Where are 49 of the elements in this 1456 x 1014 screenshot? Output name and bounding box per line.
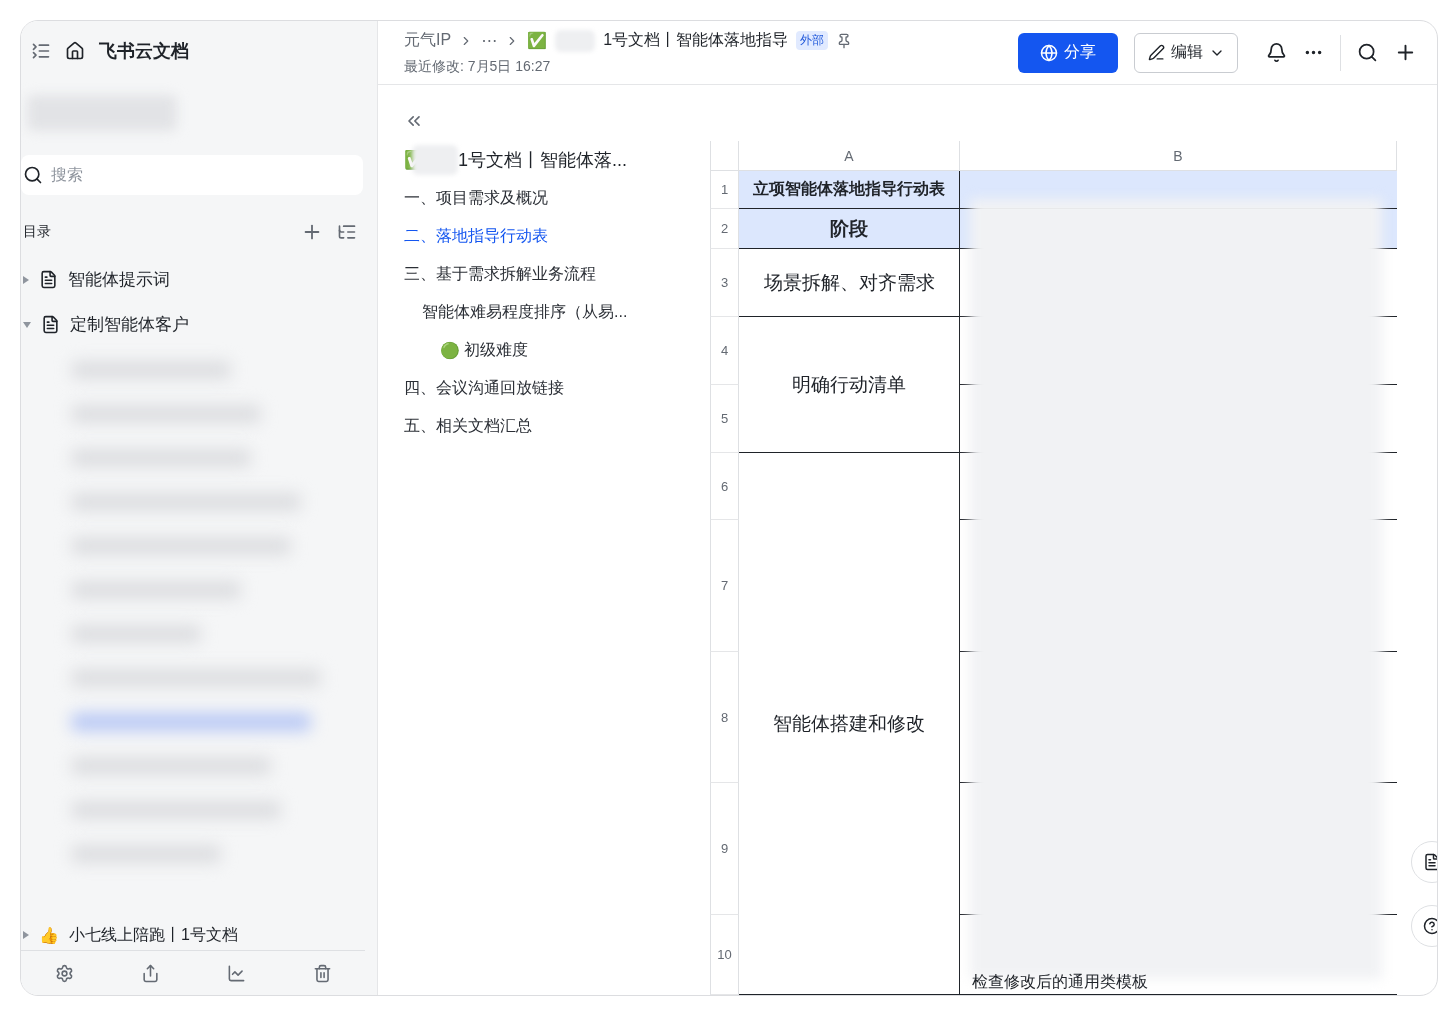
breadcrumb-item[interactable]: 元气IP <box>404 30 452 51</box>
tree-item[interactable]: 智能体提示词 <box>21 257 377 302</box>
outline-item[interactable]: 二、落地指导行动表 <box>404 217 710 255</box>
column-header[interactable]: A <box>739 141 960 171</box>
document-icon <box>41 315 60 334</box>
section-label: 目录 <box>23 223 52 241</box>
table-cell: 阶段 <box>739 209 960 249</box>
outline-item[interactable]: 智能体难易程度排序（从易... <box>404 293 710 331</box>
search-field[interactable]: 搜索 <box>21 155 363 195</box>
search-icon <box>23 165 43 185</box>
table-cell: 立项智能体落地指导行动表 <box>739 171 960 209</box>
tree-item[interactable]: 定制智能体客户 <box>21 302 377 347</box>
settings-icon[interactable] <box>54 963 74 983</box>
external-tag: 外部 <box>796 31 829 50</box>
edit-button[interactable]: 编辑 <box>1134 32 1238 73</box>
search-icon[interactable] <box>1357 42 1378 63</box>
share-icon[interactable] <box>140 963 160 983</box>
chart-icon[interactable] <box>226 963 246 983</box>
document-icon <box>39 270 58 289</box>
caret-icon[interactable] <box>23 931 29 939</box>
table-cell-text: 检查修改后的通用类模板 <box>972 972 1148 992</box>
collapse-sidebar-icon[interactable] <box>31 41 51 61</box>
caret-icon[interactable] <box>23 321 31 328</box>
table-cell: 明确行动清单 <box>739 317 960 453</box>
breadcrumb-item[interactable]: ⋯ <box>481 31 498 50</box>
row-number[interactable]: 7 <box>710 520 739 652</box>
column-header[interactable]: B <box>960 141 1397 171</box>
list-icon[interactable] <box>337 222 357 242</box>
outline-item[interactable]: 五、相关文档汇总 <box>404 407 710 445</box>
home-icon[interactable] <box>65 41 85 61</box>
app-title: 飞书云文档 <box>99 40 189 63</box>
outline-item[interactable]: 四、会议沟通回放链接 <box>404 369 710 407</box>
last-modified: 最近修改: 7月5日 16:27 <box>404 57 552 76</box>
bell-icon[interactable] <box>1266 42 1287 63</box>
share-button[interactable]: 分享 <box>1018 32 1118 73</box>
globe-icon <box>1040 43 1058 62</box>
caret-icon[interactable] <box>23 275 29 284</box>
row-number[interactable]: 8 <box>710 652 739 783</box>
row-number[interactable]: 9 <box>710 783 739 915</box>
pen-icon <box>1147 44 1165 61</box>
title-emoji: ✅ <box>527 31 548 50</box>
outline-item[interactable]: 一、项目需求及概况 <box>404 179 710 217</box>
outline-item[interactable]: 三、基于需求拆解业务流程 <box>404 255 710 293</box>
tree-item[interactable]: 👍 小七线上陪跑丨1号文档 <box>21 920 377 950</box>
document-title: 1号文档丨智能体落地指导 <box>603 30 789 50</box>
table-cell: 智能体搭建和修改 <box>739 453 960 995</box>
table-cell: 场景拆解、对齐需求 <box>739 249 960 317</box>
outline-item[interactable]: 🟢 初级难度 <box>404 331 710 369</box>
trash-icon[interactable] <box>312 963 332 983</box>
